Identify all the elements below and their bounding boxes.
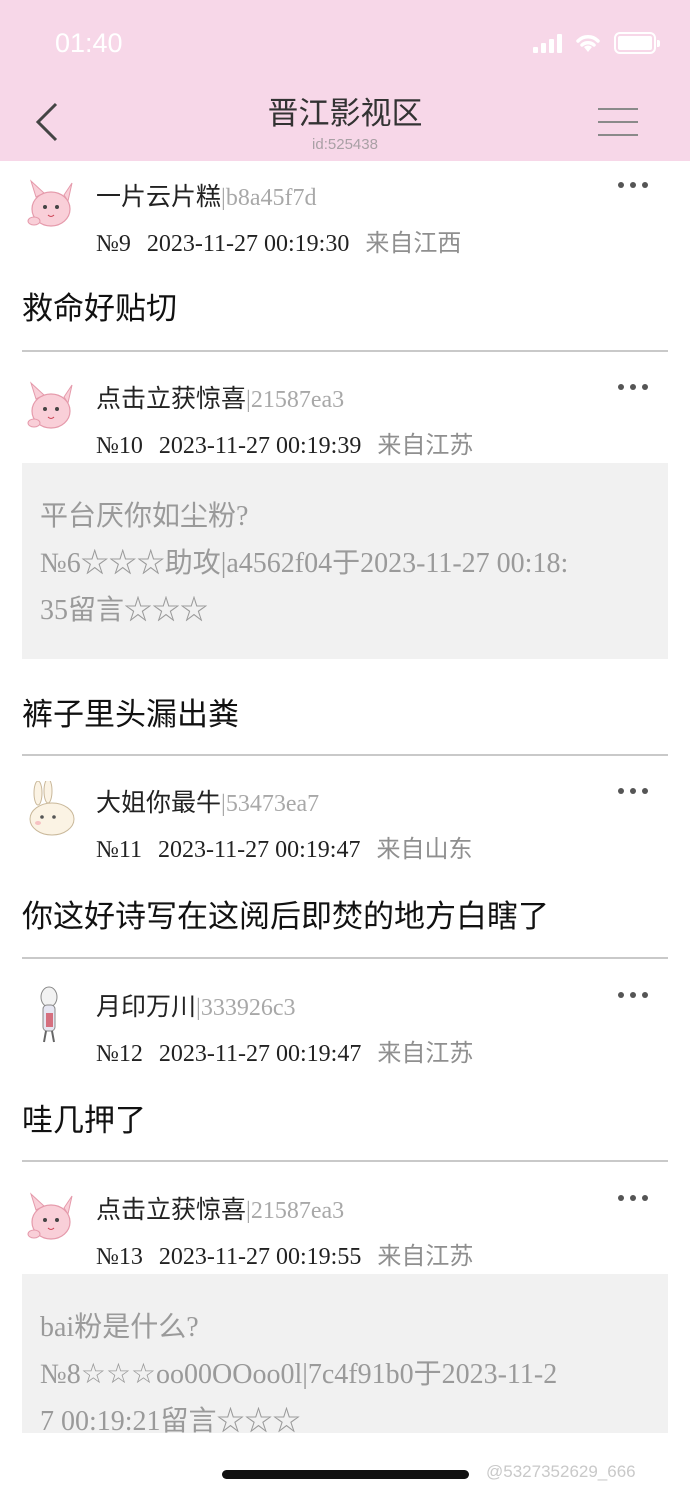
- quote-source-cont: 7 00:19:21留言☆☆☆: [40, 1406, 301, 1433]
- floor-number: №11: [96, 837, 143, 863]
- status-icons: [533, 32, 660, 54]
- divider: [22, 1160, 668, 1162]
- quote-text: bai粉是什么?: [40, 1312, 199, 1343]
- post-datetime: 2023-11-27 00:19:55: [158, 1244, 362, 1270]
- post-location: 来自江苏: [377, 1039, 474, 1067]
- more-options-icon[interactable]: [618, 985, 648, 1005]
- thread-id: id:525438: [312, 136, 378, 153]
- bunny-avatar[interactable]: [24, 781, 78, 839]
- top-bar: 01:40 晋江影视区 id:525438: [0, 0, 690, 161]
- status-time: 01:40: [55, 28, 123, 58]
- post-meta: №11 2023-11-27 00:19:47 来自山东: [96, 829, 472, 864]
- post-datetime: 2023-11-27 00:19:39: [158, 433, 362, 459]
- page-title: 晋江影视区: [267, 96, 423, 132]
- more-options-icon[interactable]: [618, 377, 648, 397]
- post-datetime: 2023-11-27 00:19:47: [158, 837, 361, 863]
- post-datetime: 2023-11-27 00:19:47: [158, 1041, 362, 1067]
- post-location: 来自江苏: [377, 431, 474, 459]
- post-body: 哇几押了: [22, 1103, 146, 1139]
- pink-creature-avatar[interactable]: [24, 175, 78, 233]
- post-meta: №13 2023-11-27 00:19:55 来自江苏: [96, 1236, 473, 1271]
- divider: [22, 350, 668, 352]
- post-meta: №10 2023-11-27 00:19:39 来自江苏: [96, 425, 473, 460]
- post-list: 一片云片糕|b8a45f7d №9 2023-11-27 00:19:30 来自江西…: [0, 161, 690, 1433]
- post-body: 你这好诗写在这阅后即焚的地方白瞎了: [22, 899, 549, 935]
- quote-source-cont: 35留言☆☆☆: [40, 595, 209, 626]
- post-datetime: 2023-11-27 00:19:30: [146, 231, 350, 257]
- quote-text: 平台厌你如尘粉?: [40, 501, 249, 532]
- pink-creature-avatar[interactable]: [24, 1188, 78, 1246]
- character-avatar[interactable]: [24, 985, 78, 1043]
- quoted-reply[interactable]: 平台厌你如尘粉? №6☆☆☆助攻|a4562f04于2023-11-27 00:…: [22, 463, 668, 659]
- quoted-reply[interactable]: bai粉是什么? №8☆☆☆oo00OOoo0l|7c4f91b0于2023-1…: [22, 1274, 668, 1433]
- floor-number: №12: [96, 1041, 143, 1067]
- battery-icon: [614, 32, 660, 54]
- more-options-icon[interactable]: [618, 175, 648, 195]
- quote-source: №6☆☆☆助攻|a4562f04于2023-11-27 00:18:: [40, 548, 569, 579]
- menu-icon[interactable]: [598, 108, 638, 138]
- author-name[interactable]: 点击立获惊喜|21587ea3: [96, 1190, 344, 1226]
- post-location: 来自山东: [376, 835, 473, 863]
- author-name[interactable]: 一片云片糕|b8a45f7d: [96, 177, 316, 213]
- post-body: 救命好贴切: [22, 291, 177, 327]
- more-options-icon[interactable]: [618, 1188, 648, 1208]
- watermark: @5327352629_666: [486, 1462, 636, 1481]
- author-name[interactable]: 月印万川|333926c3: [96, 987, 295, 1023]
- cellular-signal-icon: [533, 33, 562, 53]
- pink-creature-avatar[interactable]: [24, 377, 78, 435]
- post-body: 裤子里头漏出粪: [22, 697, 239, 733]
- divider: [22, 754, 668, 756]
- wifi-icon: [576, 35, 600, 52]
- floor-number: №9: [96, 231, 131, 257]
- author-name[interactable]: 大姐你最牛|53473ea7: [96, 783, 319, 819]
- post-meta: №12 2023-11-27 00:19:47 来自江苏: [96, 1033, 473, 1068]
- post-meta: №9 2023-11-27 00:19:30 来自江西: [96, 223, 461, 258]
- quote-source: №8☆☆☆oo00OOoo0l|7c4f91b0于2023-11-2: [40, 1359, 558, 1390]
- floor-number: №10: [96, 433, 143, 459]
- post-location: 来自江苏: [377, 1242, 474, 1270]
- home-indicator[interactable]: [222, 1470, 469, 1479]
- floor-number: №13: [96, 1244, 143, 1270]
- author-name[interactable]: 点击立获惊喜|21587ea3: [96, 379, 344, 415]
- more-options-icon[interactable]: [618, 781, 648, 801]
- divider: [22, 957, 668, 959]
- post-location: 来自江西: [365, 229, 462, 257]
